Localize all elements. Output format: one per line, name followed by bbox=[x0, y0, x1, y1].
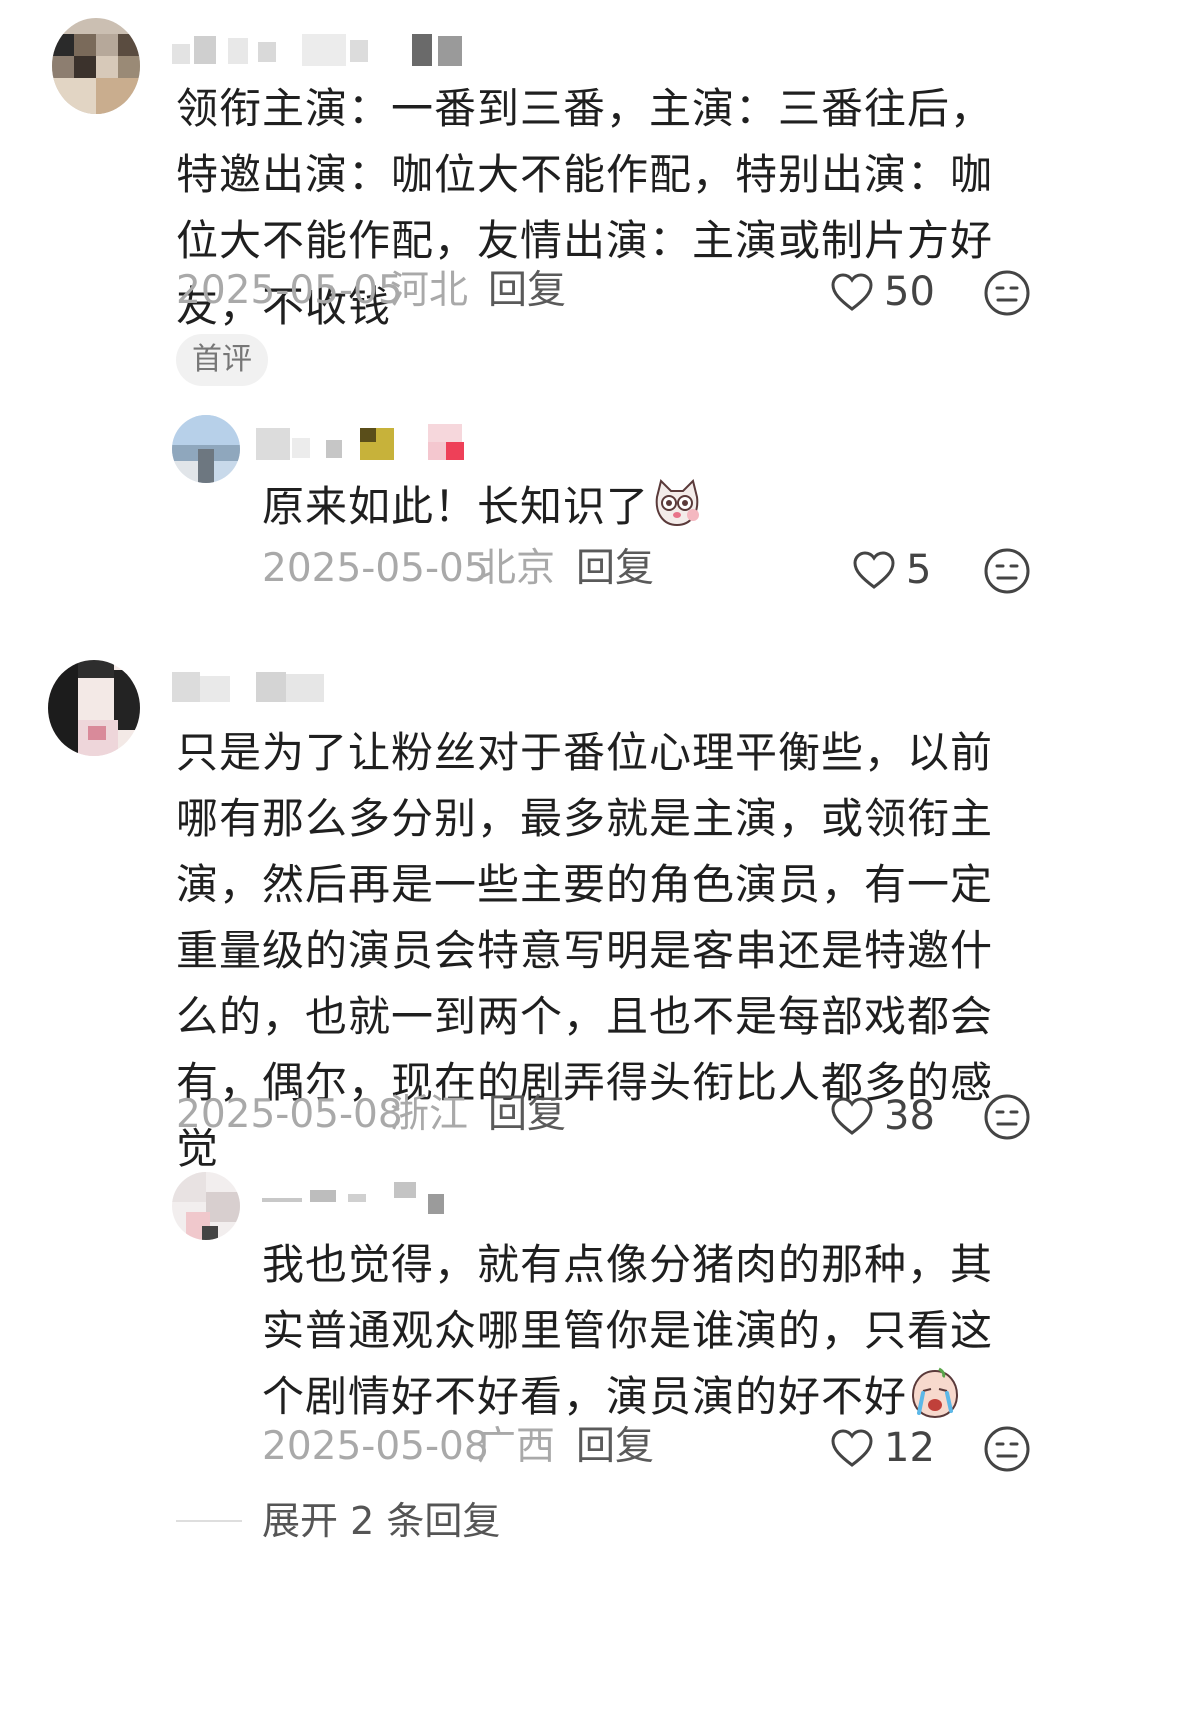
like-button[interactable]: 5 bbox=[852, 540, 931, 600]
comment-1: 领衔主演：一番到三番，主演：三番往后，特邀出演：咖位大不能作配，特别出演：咖位大… bbox=[0, 0, 1179, 620]
reply-text: 原来如此！长知识了 bbox=[262, 474, 1022, 540]
avatar[interactable] bbox=[172, 1172, 240, 1240]
comment-date: 2025-05-05 bbox=[176, 268, 403, 313]
reply-button[interactable]: 回复 bbox=[488, 266, 566, 316]
avatar[interactable] bbox=[172, 415, 240, 483]
avatar[interactable] bbox=[48, 660, 140, 756]
like-count: 50 bbox=[884, 269, 935, 315]
reply-button[interactable]: 回复 bbox=[488, 1090, 566, 1140]
comment-location: 河北 bbox=[390, 268, 469, 313]
reply-text: 我也觉得，就有点像分猪肉的那种，其实普通观众哪里管你是谁演的，只看这个剧情好不好… bbox=[262, 1232, 1032, 1430]
username-blurred[interactable] bbox=[172, 32, 472, 76]
comment-location: 浙江 bbox=[390, 1092, 469, 1137]
like-button[interactable]: 38 bbox=[830, 1086, 935, 1146]
neutral-face-icon[interactable] bbox=[982, 546, 1032, 596]
expand-replies-button[interactable]: 展开 2 条回复 bbox=[262, 1496, 500, 1546]
neutral-face-icon[interactable] bbox=[982, 1092, 1032, 1142]
reply-location: 广西 bbox=[477, 1424, 556, 1469]
heart-outline-icon bbox=[831, 273, 873, 311]
surprised-cat-emoji bbox=[655, 479, 700, 527]
username-blurred[interactable] bbox=[172, 668, 332, 712]
avatar[interactable] bbox=[52, 18, 140, 114]
username-blurred[interactable] bbox=[256, 424, 516, 468]
reply-button[interactable]: 回复 bbox=[576, 1422, 654, 1472]
neutral-face-icon[interactable] bbox=[982, 1424, 1032, 1474]
like-count: 12 bbox=[884, 1425, 935, 1471]
heart-outline-icon bbox=[853, 551, 895, 589]
first-comment-badge: 首评 bbox=[176, 334, 268, 386]
reply-date: 2025-05-05 bbox=[262, 546, 489, 591]
like-count: 38 bbox=[884, 1093, 935, 1139]
reply-text-content: 原来如此！长知识了 bbox=[262, 482, 650, 531]
reply-date: 2025-05-08 bbox=[262, 1424, 489, 1469]
crying-face-emoji bbox=[912, 1367, 959, 1419]
reply-button[interactable]: 回复 bbox=[576, 544, 654, 594]
username-blurred[interactable] bbox=[262, 1180, 462, 1224]
like-button[interactable]: 12 bbox=[830, 1418, 935, 1478]
reply-text-content: 我也觉得，就有点像分猪肉的那种，其实普通观众哪里管你是谁演的，只看这个剧情好不好… bbox=[262, 1240, 994, 1421]
comment-date: 2025-05-08 bbox=[176, 1092, 403, 1137]
comment-2: 只是为了让粉丝对于番位心理平衡些，以前哪有那么多分别，最多就是主演，或领衔主演，… bbox=[0, 640, 1179, 1726]
reply-location: 北京 bbox=[477, 546, 556, 591]
heart-outline-icon bbox=[831, 1429, 873, 1467]
like-count: 5 bbox=[906, 547, 932, 593]
neutral-face-icon[interactable] bbox=[982, 268, 1032, 318]
like-button[interactable]: 50 bbox=[830, 262, 935, 322]
expand-divider bbox=[176, 1520, 242, 1522]
heart-outline-icon bbox=[831, 1097, 873, 1135]
